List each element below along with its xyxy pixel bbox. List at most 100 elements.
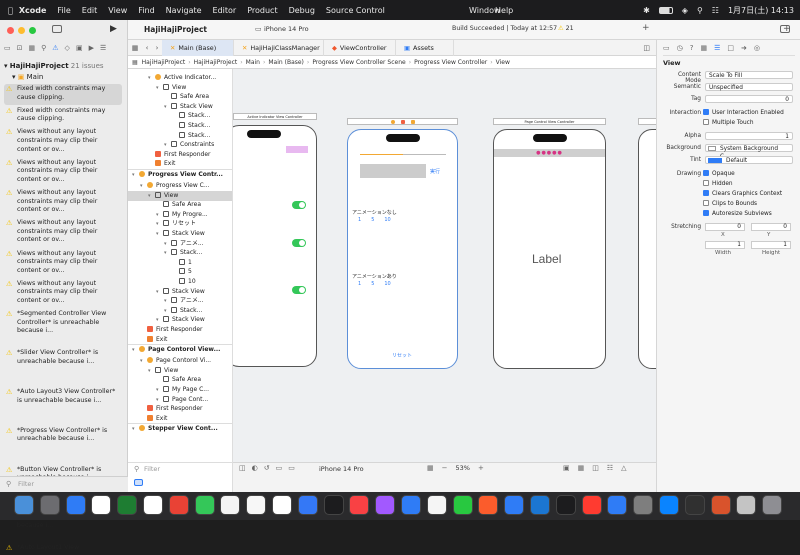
- chrome-icon[interactable]: [91, 495, 112, 515]
- content-mode-select[interactable]: Scale To Fill: [705, 71, 793, 79]
- terminal-app-icon[interactable]: [684, 495, 705, 515]
- hidden-checkbox[interactable]: Hidden: [703, 180, 733, 187]
- update-frames-icon[interactable]: ▣: [563, 464, 570, 472]
- effects-icon[interactable]: ◎: [754, 44, 760, 52]
- scheme-selector[interactable]: ▭ iPhone 14 Pro: [254, 23, 434, 36]
- stretch-height-field[interactable]: 1: [751, 241, 791, 249]
- outline-item[interactable]: ▾ Stack View: [128, 229, 232, 239]
- outline-item[interactable]: ▾ Stack...: [128, 248, 232, 258]
- stretch-x-field[interactable]: 0: [705, 223, 745, 231]
- tab-assets[interactable]: ▣ Assets: [396, 39, 454, 56]
- terminal-icon[interactable]: [555, 495, 576, 515]
- outline-item[interactable]: First Responder: [128, 404, 232, 413]
- menu-app-name[interactable]: Xcode: [19, 6, 47, 15]
- related-items-icon[interactable]: ▦: [132, 59, 138, 66]
- outline-item[interactable]: Safe Area: [128, 375, 232, 384]
- navigator-filter-input[interactable]: Filter: [18, 480, 34, 488]
- outline-scene-header[interactable]: ▾ Progress View Contr...: [128, 169, 232, 180]
- scene-page-control[interactable]: ●●●●● Label: [493, 129, 606, 369]
- breakpoint-icon[interactable]: ▶: [89, 44, 94, 54]
- tab-classmanager[interactable]: ✕ HajiHajiClassManager: [234, 39, 324, 56]
- background-color-select[interactable]: System Background C...: [705, 144, 793, 160]
- library-add-icon[interactable]: +: [783, 24, 791, 34]
- simulator-icon[interactable]: [659, 495, 679, 515]
- scene-title-bar[interactable]: [347, 118, 458, 125]
- tag-field[interactable]: 0: [705, 95, 793, 103]
- outline-scene-header[interactable]: ▾ Stepper View Cont...: [128, 423, 232, 434]
- jump-item[interactable]: HajiHajiProject: [194, 59, 238, 66]
- stretch-y-field[interactable]: 0: [751, 223, 791, 231]
- jump-item[interactable]: Progress View Controller Scene: [312, 59, 405, 66]
- issue-row[interactable]: ⚠ Views without any layout constraints ma…: [4, 188, 122, 218]
- align-icon[interactable]: ◫: [592, 464, 599, 472]
- clips-bounds-checkbox[interactable]: Clips to Bounds: [703, 200, 757, 207]
- add-constraints-icon[interactable]: ☷: [607, 464, 613, 472]
- outline-item[interactable]: ▾ Stack View: [128, 287, 232, 297]
- outline-item[interactable]: ▾ View: [128, 190, 232, 201]
- vscode-icon[interactable]: [607, 495, 628, 515]
- scene-active-indicator[interactable]: [233, 125, 317, 367]
- scene-title-bar[interactable]: [638, 118, 656, 125]
- messages-icon[interactable]: [117, 495, 138, 515]
- page-control[interactable]: ●●●●●: [494, 149, 605, 157]
- add-icon[interactable]: +: [642, 23, 650, 33]
- outline-item[interactable]: ▾ Active Indicator...: [128, 73, 232, 83]
- jump-item[interactable]: Progress View Controller: [414, 59, 487, 66]
- outline-item[interactable]: ▾ アニメ...: [128, 296, 232, 306]
- jump-item[interactable]: View: [496, 59, 510, 66]
- file-inspector-icon[interactable]: ▭: [663, 44, 670, 52]
- resolve-icon[interactable]: △: [621, 464, 626, 472]
- outline-item[interactable]: 5: [128, 267, 232, 276]
- embed-icon[interactable]: ▦: [578, 464, 585, 472]
- outline-item[interactable]: ▾ Constraints: [128, 140, 232, 150]
- canvas-device-label[interactable]: iPhone 14 Pro: [319, 465, 364, 473]
- contacts-icon[interactable]: [297, 495, 318, 515]
- report-icon[interactable]: ☰: [100, 44, 106, 54]
- trash-icon[interactable]: [762, 495, 783, 515]
- storyboard-canvas[interactable]: Active Indicator View Controller 実行 アニメー…: [233, 69, 656, 462]
- step-button-5[interactable]: 5: [371, 281, 374, 287]
- disclosure-icon[interactable]: ▾: [132, 171, 139, 180]
- outline-item[interactable]: Exit: [128, 159, 232, 168]
- device-type-icon[interactable]: ▭: [288, 464, 295, 472]
- folder-icon[interactable]: ▭: [4, 44, 11, 54]
- menu-edit[interactable]: Edit: [82, 6, 98, 15]
- sidebar-toggle-icon[interactable]: [52, 25, 62, 33]
- outline-item[interactable]: ▾ View: [128, 83, 232, 93]
- opaque-checkbox[interactable]: Opaque: [703, 170, 735, 177]
- menu-editor[interactable]: Editor: [213, 6, 237, 15]
- apple-icon[interactable]: : [8, 6, 13, 15]
- switch-3[interactable]: [292, 286, 306, 294]
- outline-item[interactable]: First Responder: [128, 150, 232, 159]
- outline-item[interactable]: First Responder: [128, 325, 232, 334]
- outline-item[interactable]: ▾ アニメ...: [128, 239, 232, 249]
- switch-1[interactable]: [292, 201, 306, 209]
- outline-item[interactable]: Exit: [128, 414, 232, 423]
- issue-icon[interactable]: ⚠: [52, 44, 58, 54]
- keynote-icon[interactable]: [478, 495, 499, 515]
- xcode-icon[interactable]: [504, 495, 525, 515]
- outline-item[interactable]: Stack...: [128, 121, 232, 130]
- step-button-1[interactable]: 1: [358, 217, 361, 223]
- app-icon[interactable]: [581, 495, 602, 515]
- identity-icon[interactable]: ▦: [700, 44, 707, 52]
- alpha-field[interactable]: 1: [705, 132, 793, 140]
- step-button-1[interactable]: 1: [358, 281, 361, 287]
- preferences-icon[interactable]: [633, 495, 654, 515]
- issue-row[interactable]: ⚠ Views without any layout constraints ma…: [4, 158, 122, 188]
- minimize-button[interactable]: [18, 27, 25, 34]
- outline-filter-input[interactable]: Filter: [144, 465, 160, 473]
- back-icon[interactable]: ‹: [142, 44, 152, 52]
- run-icon[interactable]: ▶: [110, 24, 117, 34]
- zoom-fit-icon[interactable]: ▦: [427, 464, 434, 472]
- segmented-control[interactable]: [286, 146, 308, 153]
- issue-row[interactable]: ⚠ *Slider View Controller* is unreachable…: [4, 348, 122, 386]
- appletv-icon[interactable]: [323, 495, 344, 515]
- issue-row[interactable]: ⚠ Fixed width constraints may cause clipp…: [4, 106, 122, 127]
- outline-item[interactable]: Safe Area: [128, 200, 232, 209]
- close-button[interactable]: [7, 27, 14, 34]
- attributes-icon[interactable]: ☰: [714, 44, 720, 52]
- issue-row[interactable]: ⚠ Views without any layout constraints ma…: [4, 249, 122, 279]
- outline-item[interactable]: ▾ My Page C...: [128, 385, 232, 395]
- appearance-icon[interactable]: ◐: [252, 464, 258, 472]
